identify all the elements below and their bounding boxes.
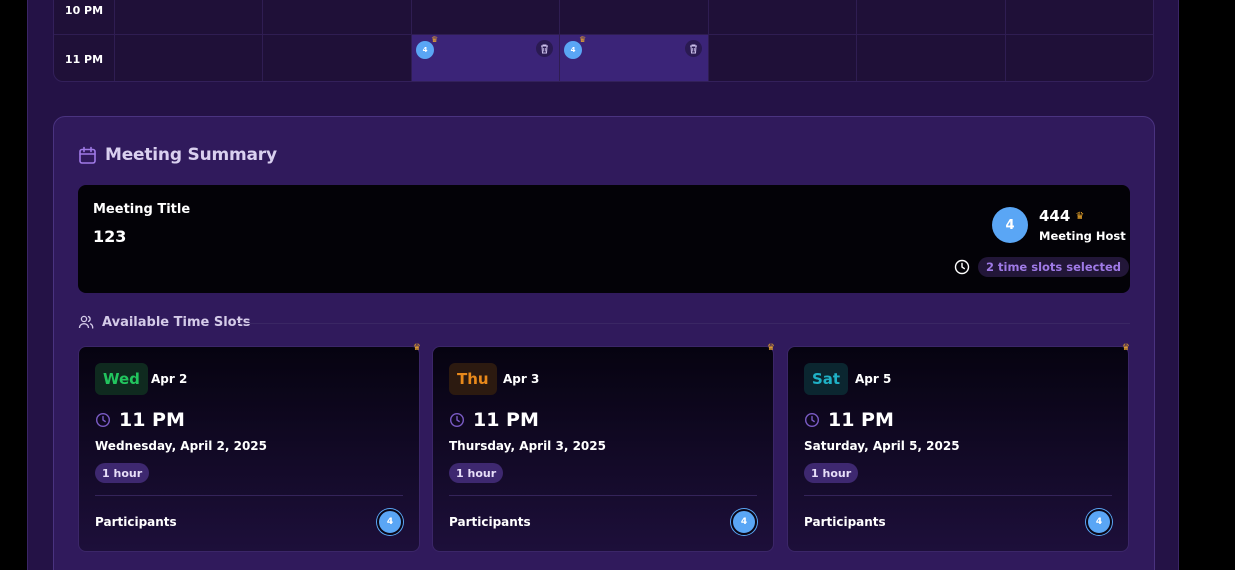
duration-badge: 1 hour [804, 463, 859, 483]
available-slots-title: Available Time Slots [102, 314, 251, 330]
day-badge: Thu [449, 363, 497, 395]
meeting-info-card: Meeting Title 123 4 444 ♛ Meeting Host 2… [78, 185, 1130, 293]
divider [95, 495, 403, 496]
slot-time: 11 PM [449, 409, 539, 431]
duration-badge: 1 hour [95, 463, 150, 483]
clock-icon [804, 412, 820, 428]
host-avatar: 4 [992, 207, 1028, 243]
calendar-cell[interactable] [559, 0, 708, 34]
day-badge: Sat [804, 363, 849, 395]
slot-full-date: Saturday, April 5, 2025 [804, 439, 960, 453]
calendar-cell[interactable] [1005, 0, 1153, 34]
crown-icon: ♛ [579, 35, 587, 44]
delete-slot-button[interactable] [536, 40, 553, 57]
slot-full-date: Thursday, April 3, 2025 [449, 439, 606, 453]
slot-time-text: 11 PM [828, 409, 894, 431]
trash-icon [541, 44, 548, 53]
time-slot-card[interactable]: ♛ Sat Apr 5 11 PM Saturday, April 5, 202… [787, 343, 1130, 552]
calendar-cell[interactable] [262, 0, 411, 34]
trash-icon [690, 44, 697, 53]
participants-label: Participants [95, 515, 177, 529]
time-slot-card[interactable]: ♛ Thu Apr 3 11 PM Thursday, April 3, 202… [432, 343, 775, 552]
calendar-row-10pm: 10 PM [54, 0, 1153, 35]
calendar-cell[interactable] [1005, 35, 1153, 81]
calendar-cell-selected[interactable]: 4 ♛ [411, 35, 559, 81]
slot-time-text: 11 PM [119, 409, 185, 431]
crown-icon: ♛ [1121, 343, 1130, 353]
crown-icon: ♛ [1075, 210, 1085, 222]
clock-icon [449, 412, 465, 428]
slot-full-date: Wednesday, April 2, 2025 [95, 439, 267, 453]
meeting-summary-panel: Meeting Summary Meeting Title 123 4 444 … [53, 116, 1155, 570]
host-role: Meeting Host [1039, 229, 1126, 243]
time-label: 10 PM [64, 4, 104, 17]
host-name-text: 444 [1039, 207, 1071, 225]
calendar-row-11pm: 11 PM 4 ♛ 4 ♛ [54, 35, 1153, 81]
divider [238, 323, 1130, 324]
slot-time: 11 PM [804, 409, 894, 431]
meeting-title-label: Meeting Title [93, 202, 191, 217]
day-badge: Wed [95, 363, 148, 395]
slot-date: Apr 2 [151, 372, 188, 386]
participant-avatar: 4 [377, 509, 403, 535]
crown-icon: ♛ [431, 35, 439, 44]
duration-badge: 1 hour [449, 463, 504, 483]
calendar-grid: 10 PM 11 PM 4 ♛ 4 ♛ [53, 0, 1154, 82]
slot-time: 11 PM [95, 409, 185, 431]
divider [804, 495, 1112, 496]
participant-avatar: 4 [731, 509, 757, 535]
slot-date: Apr 5 [855, 372, 892, 386]
participant-avatar: 4 [1086, 509, 1112, 535]
clock-icon [95, 412, 111, 428]
time-label: 11 PM [64, 52, 104, 66]
crown-icon: ♛ [766, 343, 775, 353]
clock-icon [954, 259, 970, 275]
calendar-cell[interactable] [411, 0, 559, 34]
host-name: 444 ♛ [1039, 207, 1084, 225]
users-icon [78, 315, 94, 329]
calendar-cell[interactable] [708, 0, 856, 34]
calendar-cell[interactable] [856, 0, 1005, 34]
slots-selected-badge: 2 time slots selected [978, 257, 1129, 277]
summary-title: Meeting Summary [105, 145, 277, 165]
calendar-cell-selected[interactable]: 4 ♛ [559, 35, 708, 81]
crown-icon: ♛ [412, 343, 421, 353]
calendar-cell[interactable] [856, 35, 1005, 81]
participants-label: Participants [804, 515, 886, 529]
participants-label: Participants [449, 515, 531, 529]
calendar-cell[interactable] [708, 35, 856, 81]
calendar-cell[interactable] [262, 35, 411, 81]
calendar-cell[interactable] [114, 35, 262, 81]
calendar-icon [79, 146, 96, 164]
divider [449, 495, 757, 496]
calendar-cell[interactable] [114, 0, 262, 34]
available-slots-header: Available Time Slots [78, 314, 251, 330]
time-slot-card[interactable]: ♛ Wed Apr 2 11 PM Wednesday, April 2, 20… [78, 343, 421, 552]
meeting-title-value: 123 [93, 227, 127, 246]
summary-header: Meeting Summary [78, 145, 277, 165]
delete-slot-button[interactable] [685, 40, 702, 57]
slot-date: Apr 3 [503, 372, 540, 386]
app-window: 10 PM 11 PM 4 ♛ 4 ♛ Meeting Summary Meet… [27, 0, 1179, 570]
slot-time-text: 11 PM [473, 409, 539, 431]
